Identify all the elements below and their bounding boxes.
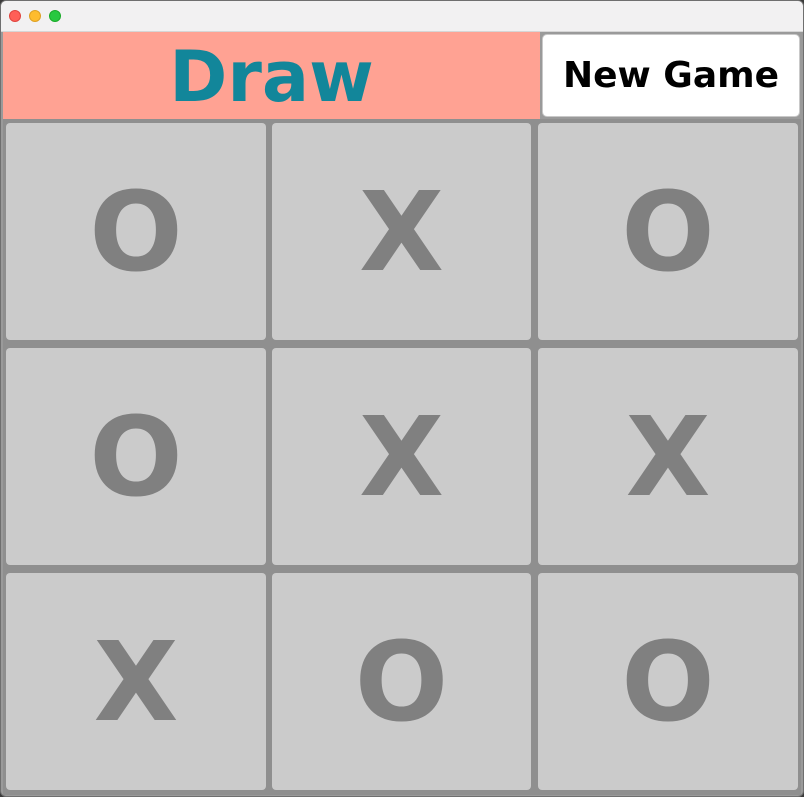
board-cell-2[interactable]: X [272, 123, 531, 340]
board-cell-9[interactable]: O [538, 573, 798, 790]
title-bar [1, 1, 803, 32]
new-game-button[interactable]: New Game [542, 34, 800, 117]
game-status-banner: Draw [3, 32, 540, 119]
board-cell-4[interactable]: O [6, 348, 266, 565]
board-cell-6[interactable]: X [538, 348, 798, 565]
board-cell-1[interactable]: O [6, 123, 266, 340]
board-cell-8[interactable]: O [272, 573, 531, 790]
game-window: Draw New Game O X O O X X X O O [0, 0, 804, 797]
maximize-window-button[interactable] [49, 10, 61, 22]
board-cell-7[interactable]: X [6, 573, 266, 790]
minimize-window-button[interactable] [29, 10, 41, 22]
close-window-button[interactable] [9, 10, 21, 22]
game-board: O X O O X X X O O [3, 119, 801, 795]
game-status-text: Draw [169, 35, 374, 118]
board-cell-5[interactable]: X [272, 348, 531, 565]
board-cell-3[interactable]: O [538, 123, 798, 340]
